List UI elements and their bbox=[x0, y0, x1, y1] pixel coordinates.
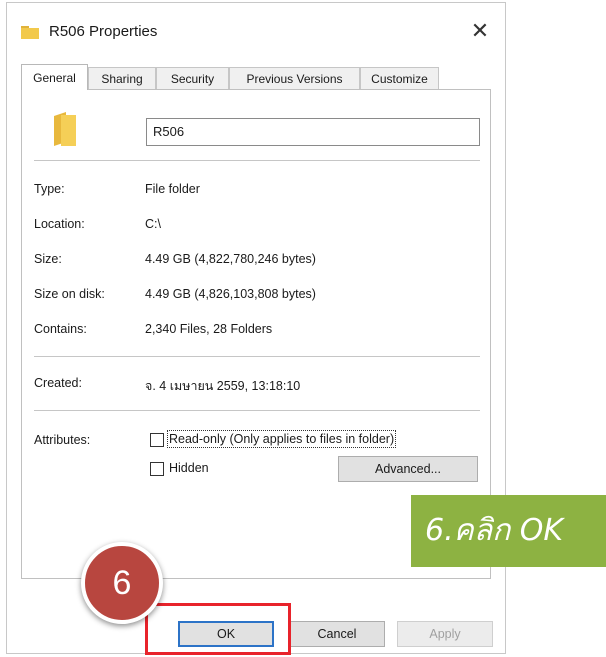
hidden-label[interactable]: Hidden bbox=[169, 461, 209, 475]
step-number-badge: 6 bbox=[81, 542, 163, 624]
tab-customize[interactable]: Customize bbox=[360, 67, 439, 89]
close-button[interactable]: ✕ bbox=[465, 17, 495, 47]
size-value: 4.49 GB (4,822,780,246 bytes) bbox=[145, 252, 316, 266]
folder-icon bbox=[54, 112, 76, 146]
type-label: Type: bbox=[34, 182, 65, 196]
size-label: Size: bbox=[34, 252, 62, 266]
advanced-button[interactable]: Advanced... bbox=[338, 456, 478, 482]
readonly-checkbox[interactable] bbox=[150, 433, 164, 447]
title-bar[interactable]: R506 Properties ✕ bbox=[7, 3, 505, 57]
tab-general[interactable]: General bbox=[21, 64, 88, 90]
hidden-checkbox[interactable] bbox=[150, 462, 164, 476]
separator bbox=[34, 410, 480, 411]
tab-security[interactable]: Security bbox=[156, 67, 229, 89]
close-icon: ✕ bbox=[470, 19, 490, 44]
separator bbox=[34, 160, 480, 161]
size-on-disk-label: Size on disk: bbox=[34, 287, 105, 301]
contains-label: Contains: bbox=[34, 322, 87, 336]
tab-previous-versions[interactable]: Previous Versions bbox=[229, 67, 360, 89]
type-value: File folder bbox=[145, 182, 200, 196]
readonly-label[interactable]: Read-only (Only applies to files in fold… bbox=[166, 430, 397, 448]
instruction-callout: 6.คลิก OK bbox=[411, 495, 606, 567]
separator bbox=[34, 356, 480, 357]
apply-button[interactable]: Apply bbox=[397, 621, 493, 647]
tab-sharing[interactable]: Sharing bbox=[88, 67, 156, 89]
ok-highlight-box bbox=[145, 603, 291, 655]
created-label: Created: bbox=[34, 376, 82, 390]
folder-icon bbox=[21, 26, 39, 39]
location-value: C:\ bbox=[145, 217, 161, 231]
folder-name-input[interactable]: R506 bbox=[146, 118, 480, 146]
size-on-disk-value: 4.49 GB (4,826,103,808 bytes) bbox=[145, 287, 316, 301]
contains-value: 2,340 Files, 28 Folders bbox=[145, 322, 273, 336]
attributes-label: Attributes: bbox=[34, 433, 91, 447]
created-value: จ. 4 เมษายน 2559, 13:18:10 bbox=[145, 379, 301, 393]
location-label: Location: bbox=[34, 217, 85, 231]
cancel-button[interactable]: Cancel bbox=[289, 621, 385, 647]
window-title: R506 Properties bbox=[49, 23, 158, 40]
